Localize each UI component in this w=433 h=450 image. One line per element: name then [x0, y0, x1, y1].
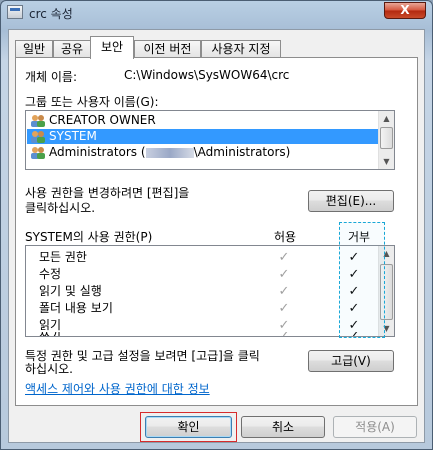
group-list-label: 그룹 또는 사용자 이름(G): [25, 95, 159, 109]
deny-column-highlight [339, 222, 385, 338]
advanced-button[interactable]: 고급(V) [308, 350, 394, 372]
table-row: 읽기 및 실행 ✓ ✓ [27, 283, 379, 300]
access-control-help-link[interactable]: 액세스 제어와 사용 권한에 대한 정보 [25, 380, 210, 397]
scroll-thumb[interactable] [380, 127, 393, 149]
allow-check-icon: ✓ [278, 301, 290, 316]
list-item[interactable]: Administrators (\Administrators) [27, 145, 379, 160]
allow-check-icon: ✓ [278, 284, 290, 299]
tab-sharing[interactable]: 공유 [53, 40, 91, 58]
user-group-icon [31, 115, 45, 127]
tab-customize[interactable]: 사용자 지정 [201, 40, 281, 58]
tab-previous-versions[interactable]: 이전 버전 [134, 40, 201, 58]
edit-hint: 사용 권한을 변경하려면 [편집]을 클릭하십시오. [25, 186, 190, 215]
ok-button[interactable]: 확인 [145, 416, 232, 438]
table-row: 모든 권한 ✓ ✓ [27, 249, 379, 266]
permission-name: 읽기 및 실행 [39, 284, 102, 298]
scroll-down-icon[interactable]: ▼ [379, 154, 394, 169]
permission-name: 폴더 내용 보기 [39, 301, 113, 315]
advanced-hint: 특정 권한 및 고급 설정을 보려면 [고급]을 클릭 하십시오. [25, 349, 260, 376]
object-name-label: 개체 이름: [25, 70, 78, 84]
window-icon [7, 5, 23, 19]
properties-window: crc 속성 X 일반 공유 보안 이전 버전 사용자 지정 개체 이름: C:… [0, 0, 433, 450]
window-title: crc 속성 [29, 7, 73, 21]
user-group-icon [31, 147, 45, 159]
user-group-icon [31, 131, 45, 143]
permission-name: 쓰기 [39, 332, 61, 336]
user-name: CREATOR OWNER [49, 113, 156, 127]
allow-check-icon: ✓ [278, 267, 290, 282]
user-list-scrollbar[interactable]: ▲ ▼ [378, 111, 394, 169]
close-button[interactable]: X [384, 2, 426, 19]
allow-check-icon: ✓ [277, 332, 291, 336]
user-list[interactable]: CREATOR OWNER SYSTEM Administrators (\Ad… [25, 110, 395, 170]
permissions-label: SYSTEM의 사용 권한(P) [25, 230, 153, 244]
scroll-up-icon[interactable]: ▲ [379, 111, 394, 126]
security-panel: 개체 이름: C:\Windows\SysWOW64\crc 그룹 또는 사용자… [15, 57, 418, 406]
allow-check-icon: ✓ [278, 250, 290, 265]
object-name-value: C:\Windows\SysWOW64\crc [124, 68, 290, 82]
permission-name: 모든 권한 [39, 250, 87, 264]
user-name: SYSTEM [49, 129, 97, 143]
allow-column-header: 허용 [274, 230, 297, 244]
redacted-text [145, 147, 194, 158]
tab-security[interactable]: 보안 [90, 36, 134, 59]
dialog-body: 일반 공유 보안 이전 버전 사용자 지정 개체 이름: C:\Windows\… [8, 29, 425, 443]
table-row: 폴더 내용 보기 ✓ ✓ [27, 300, 379, 317]
tab-general[interactable]: 일반 [15, 40, 53, 58]
title-bar[interactable]: crc 속성 X [1, 1, 432, 23]
permission-name: 수정 [39, 267, 62, 281]
edit-button[interactable]: 편집(E)... [308, 190, 394, 212]
cancel-button[interactable]: 취소 [241, 416, 325, 438]
list-item-selected[interactable]: SYSTEM [27, 129, 379, 144]
table-row: 쓰기 ✓ ✓ [27, 332, 379, 336]
list-item[interactable]: CREATOR OWNER [27, 113, 379, 128]
apply-button[interactable]: 적용(A) [333, 416, 417, 438]
user-name: Administrators (\Administrators) [49, 145, 291, 159]
table-row: 수정 ✓ ✓ [27, 266, 379, 283]
